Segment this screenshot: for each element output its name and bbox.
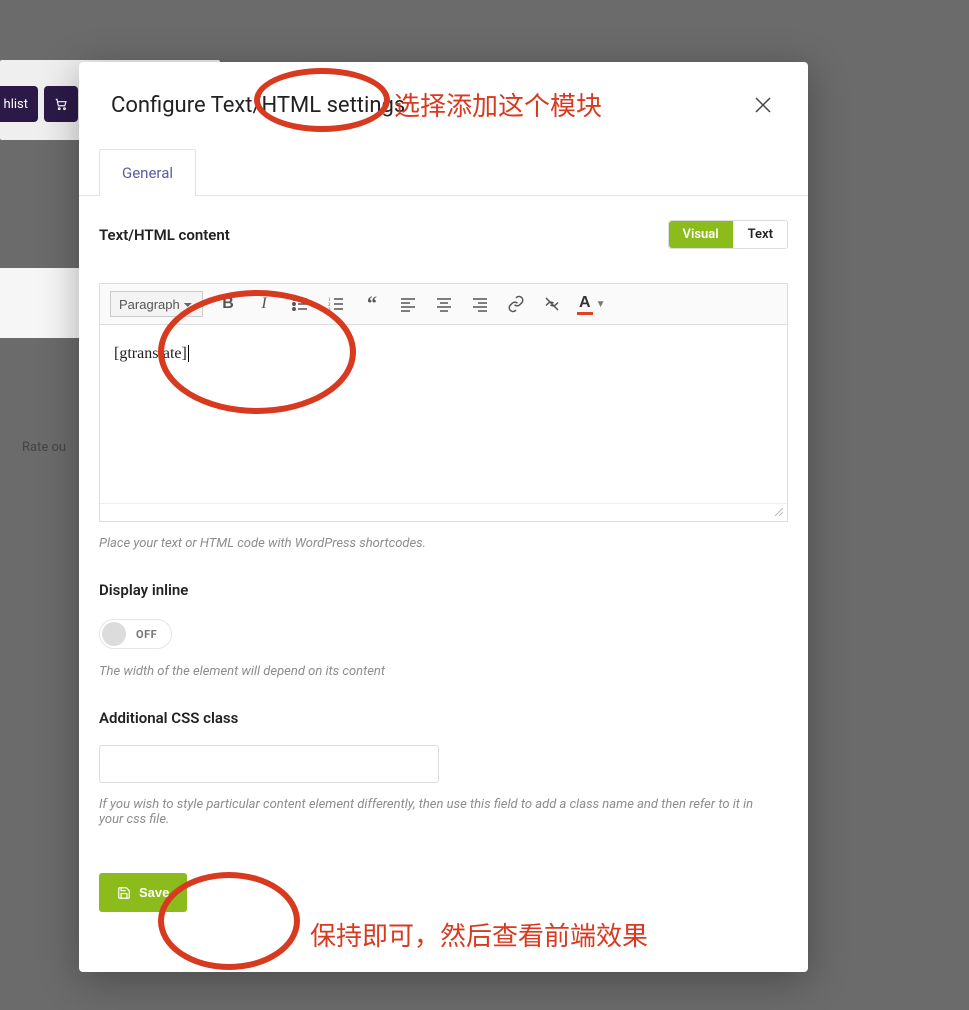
link-button[interactable] (505, 293, 527, 315)
tabs-bar: General (79, 130, 808, 196)
display-inline-toggle[interactable]: OFF (99, 619, 172, 649)
align-right-button[interactable] (469, 293, 491, 315)
editor-toolbar: Paragraph B I 123 “ (100, 284, 787, 325)
modal-title: Configure Text/HTML settings (111, 93, 405, 118)
text-color-icon: A (577, 294, 593, 315)
align-center-icon (435, 295, 453, 313)
italic-button[interactable]: I (253, 293, 275, 315)
toggle-knob (102, 622, 126, 646)
css-class-input[interactable] (99, 745, 439, 783)
rich-text-editor: Paragraph B I 123 “ (99, 283, 788, 522)
bg-panel-2 (0, 268, 80, 338)
content-hint: Place your text or HTML code with WordPr… (99, 536, 788, 551)
svg-text:3: 3 (328, 308, 331, 313)
visual-text-toggle: Visual Text (668, 220, 788, 249)
css-hint: If you wish to style particular content … (99, 797, 759, 827)
content-header-row: Text/HTML content Visual Text (99, 220, 788, 249)
save-button-label: Save (139, 885, 169, 900)
settings-modal: Configure Text/HTML settings General Tex… (79, 62, 808, 972)
visual-tab-button[interactable]: Visual (669, 221, 733, 248)
chevron-down-icon: ▼ (596, 299, 606, 310)
save-icon (117, 886, 131, 900)
unlink-icon (543, 295, 561, 313)
resize-icon (773, 506, 783, 516)
editor-resize-handle[interactable] (100, 503, 787, 521)
numbered-list-icon: 123 (327, 295, 345, 313)
modal-body: Text/HTML content Visual Text Paragraph … (79, 196, 808, 936)
numbered-list-button[interactable]: 123 (325, 293, 347, 315)
content-label: Text/HTML content (99, 226, 230, 244)
text-color-button[interactable]: A ▼ (577, 294, 605, 315)
close-icon (753, 95, 773, 115)
bullet-list-button[interactable] (289, 293, 311, 315)
bg-cart-button (44, 86, 78, 122)
align-left-button[interactable] (397, 293, 419, 315)
link-icon (507, 295, 525, 313)
save-button[interactable]: Save (99, 873, 187, 912)
bold-button[interactable]: B (217, 293, 239, 315)
editor-content-area[interactable]: [gtranslate]​ (100, 325, 787, 503)
toggle-state-label: OFF (136, 628, 157, 641)
editor-text: [gtranslate] (114, 345, 187, 362)
align-right-icon (471, 295, 489, 313)
bg-wishlist-label: hlist (4, 97, 28, 112)
align-left-icon (399, 295, 417, 313)
text-tab-button[interactable]: Text (733, 221, 787, 248)
modal-header: Configure Text/HTML settings (79, 62, 808, 130)
inline-hint: The width of the element will depend on … (99, 664, 788, 679)
display-inline-label: Display inline (99, 581, 788, 599)
bg-rate-text: Rate ou (22, 440, 66, 455)
align-center-button[interactable] (433, 293, 455, 315)
format-select[interactable]: Paragraph (110, 291, 203, 317)
tab-general[interactable]: General (99, 149, 196, 196)
css-class-label: Additional CSS class (99, 709, 788, 727)
bullet-list-icon (291, 295, 309, 313)
unlink-button[interactable] (541, 293, 563, 315)
blockquote-button[interactable]: “ (361, 293, 383, 315)
bg-wishlist-button: hlist (0, 86, 38, 122)
cart-icon (54, 96, 68, 112)
close-button[interactable] (750, 92, 776, 118)
